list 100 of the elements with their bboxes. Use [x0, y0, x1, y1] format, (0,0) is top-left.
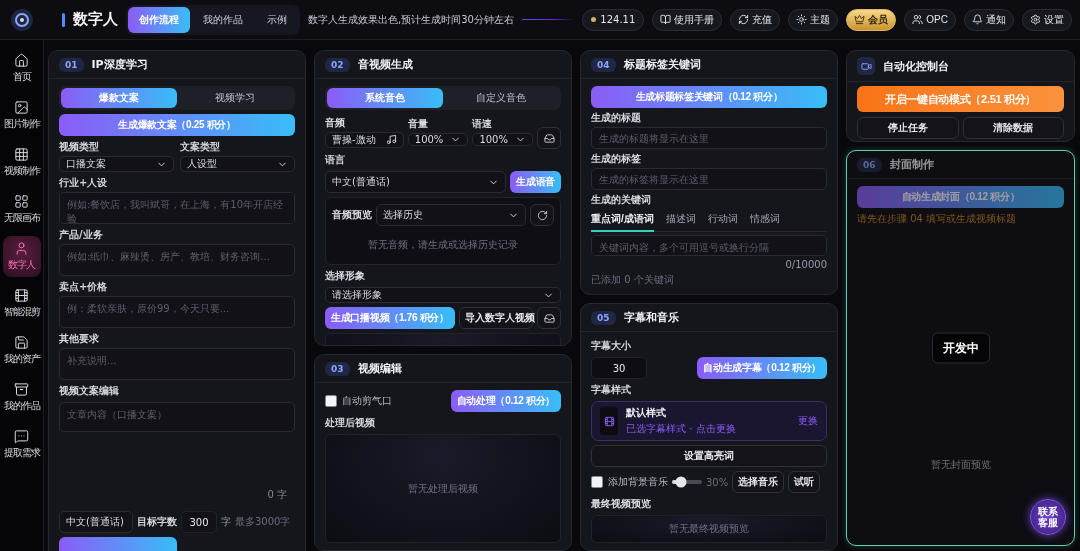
field-label: 生成的标签 [591, 152, 642, 166]
word-count-field[interactable]: 300 [181, 511, 217, 533]
panel-title: 字幕和音乐 [623, 310, 679, 325]
keyword-tab[interactable]: 行动词 [707, 210, 738, 232]
style-hint: 已选字幕样式 · 点击更换 [626, 422, 736, 436]
empty-text: 暂无音频，请生成或选择历史记录 [368, 238, 518, 252]
bell-icon [972, 14, 983, 25]
keyword-tab[interactable]: 重点词/成语词 [591, 210, 654, 232]
panel-title: 音视频生成 [357, 57, 413, 72]
header-button[interactable]: 主题 [788, 8, 839, 31]
field-label: 文案类型 [180, 140, 221, 154]
home-icon [14, 53, 29, 68]
sidebar-item[interactable]: 提取需求 [2, 424, 41, 465]
sidebar-item[interactable]: 数字人 [2, 236, 41, 277]
book-icon [660, 14, 672, 25]
select-field[interactable]: 口播文案 [59, 156, 174, 172]
select-field[interactable]: 100% [472, 133, 533, 146]
text-area[interactable]: 补充说明... [59, 348, 295, 380]
folder-button[interactable] [537, 127, 561, 149]
auto-subtitle-button[interactable]: 自动生成字幕（0.12 积分） [697, 357, 827, 379]
member-button[interactable]: 会员 [846, 8, 897, 31]
import-button[interactable]: 导入数字人视频 [458, 307, 533, 329]
header-button[interactable]: 使用手册 [652, 8, 723, 31]
music-checkbox[interactable]: 添加背景音乐 [591, 475, 668, 489]
highlight-button[interactable]: 设置高亮词 [591, 445, 827, 467]
header-button[interactable]: 通知 [964, 8, 1014, 31]
step-badge: 04 [591, 57, 616, 72]
sidebar-item[interactable]: 无限画布 [2, 189, 41, 230]
style-card[interactable]: 默认样式 已选字幕样式 · 点击更换 更换 [591, 401, 827, 441]
keyword-tab[interactable]: 描述词 [665, 210, 696, 232]
field-label: 目标字数 [137, 515, 177, 529]
select-field[interactable]: 选择历史 [376, 204, 526, 226]
header-button[interactable]: 设置 [1022, 8, 1072, 31]
field-label: 最终视频预览 [591, 497, 652, 511]
voice-tab[interactable]: 自定义音色 [443, 88, 559, 108]
process-button[interactable]: 自动处理（0.12 积分） [450, 390, 561, 412]
grid-icon [14, 147, 29, 162]
nav-tab[interactable]: 我的作品 [192, 6, 254, 33]
field-label: 语速 [472, 117, 494, 131]
script-editor[interactable]: 文章内容（口播文案） [59, 402, 295, 432]
step-badge: 06 [857, 157, 882, 172]
sidebar-item[interactable]: 智能混剪 [2, 283, 41, 324]
logo-icon [10, 7, 34, 32]
hint-text: 最多3000字 [235, 515, 291, 529]
header-button[interactable]: 充值 [730, 8, 781, 31]
field-label: 字幕样式 [591, 383, 632, 397]
select-field[interactable]: 中文(普通话) [59, 511, 133, 533]
camera-icon [857, 57, 875, 75]
field-label: 视频文案编辑 [59, 384, 120, 398]
text-field[interactable]: 生成的标签将显示在这里 [591, 168, 827, 190]
field-label: 语言 [325, 153, 346, 167]
text-area[interactable]: 例如:纸巾、麻辣烫、房产、教培、财务咨询... [59, 244, 295, 276]
clear-button[interactable]: 清除数据 [962, 117, 1064, 139]
select-field[interactable]: 请选择形象 [325, 287, 561, 303]
char-count: 0/10000 [785, 259, 827, 270]
keywords-area[interactable]: 关键词内容，多个可用逗号或换行分隔 [591, 235, 827, 256]
field-label: 音频 [325, 115, 346, 130]
text-area[interactable]: 例：柔软亲肤，原价99，今天只要... [59, 296, 295, 328]
field-label: 其他要求 [59, 332, 100, 346]
notice-text: 数字人生成效果出色,预计生成时间30分钟左右 [308, 12, 514, 27]
empty-text: 暂无处理后视频 [408, 481, 478, 496]
listen-button[interactable]: 试听 [788, 471, 821, 493]
header-button[interactable]: OPC [904, 8, 956, 31]
folder-button[interactable] [537, 307, 561, 329]
step-badge: 03 [325, 361, 350, 376]
auto-cut-checkbox[interactable]: 自动剪气口 [325, 394, 392, 408]
select-field[interactable]: 中文(普通话) [325, 171, 507, 193]
choose-music-button[interactable]: 选择音乐 [732, 471, 785, 493]
text-field[interactable]: 生成的标题将显示在这里 [591, 127, 827, 149]
sidebar-item[interactable]: 首页 [2, 48, 41, 89]
image-icon [14, 100, 29, 115]
field-label: 生成的标题 [591, 111, 642, 125]
sidebar-item[interactable]: 图片制作 [2, 95, 41, 136]
generate-video-button[interactable]: 生成口播视频（1.76 积分） [325, 307, 455, 329]
film-icon [603, 415, 615, 427]
generate-button[interactable]: 生成标题标签关键词（0.12 积分） [591, 86, 827, 108]
volume-reading: 30% [706, 476, 729, 488]
select-field[interactable]: 100% [407, 133, 469, 146]
sidebar-item[interactable]: 我的资产 [2, 330, 41, 371]
stop-button[interactable]: 停止任务 [857, 117, 959, 139]
music-icon [385, 134, 397, 145]
change-link[interactable]: 更换 [798, 414, 818, 428]
panel-title: 封面制作 [889, 157, 934, 172]
keyword-tab[interactable]: 情感词 [749, 210, 780, 232]
nav-tab[interactable]: 示例 [256, 6, 298, 33]
tray-icon [543, 312, 555, 324]
user-icon [14, 241, 29, 256]
refresh-button[interactable] [530, 204, 554, 226]
mode-tab[interactable]: 视频学习 [177, 88, 293, 108]
select-field[interactable]: 人设型 [180, 156, 295, 172]
support-button[interactable]: 联系客服 [1030, 499, 1066, 535]
tray-icon [543, 132, 555, 144]
step-badge: 02 [325, 57, 350, 72]
archive-icon [14, 382, 29, 397]
crown-icon [854, 14, 866, 25]
size-field[interactable]: 30 [591, 357, 647, 379]
sidebar-item[interactable]: 我的作品 [2, 377, 41, 418]
voice-field[interactable]: 曹操-激动 [325, 131, 404, 148]
sidebar-item[interactable]: 视频制作 [2, 142, 41, 183]
style-name: 默认样式 [626, 406, 667, 420]
